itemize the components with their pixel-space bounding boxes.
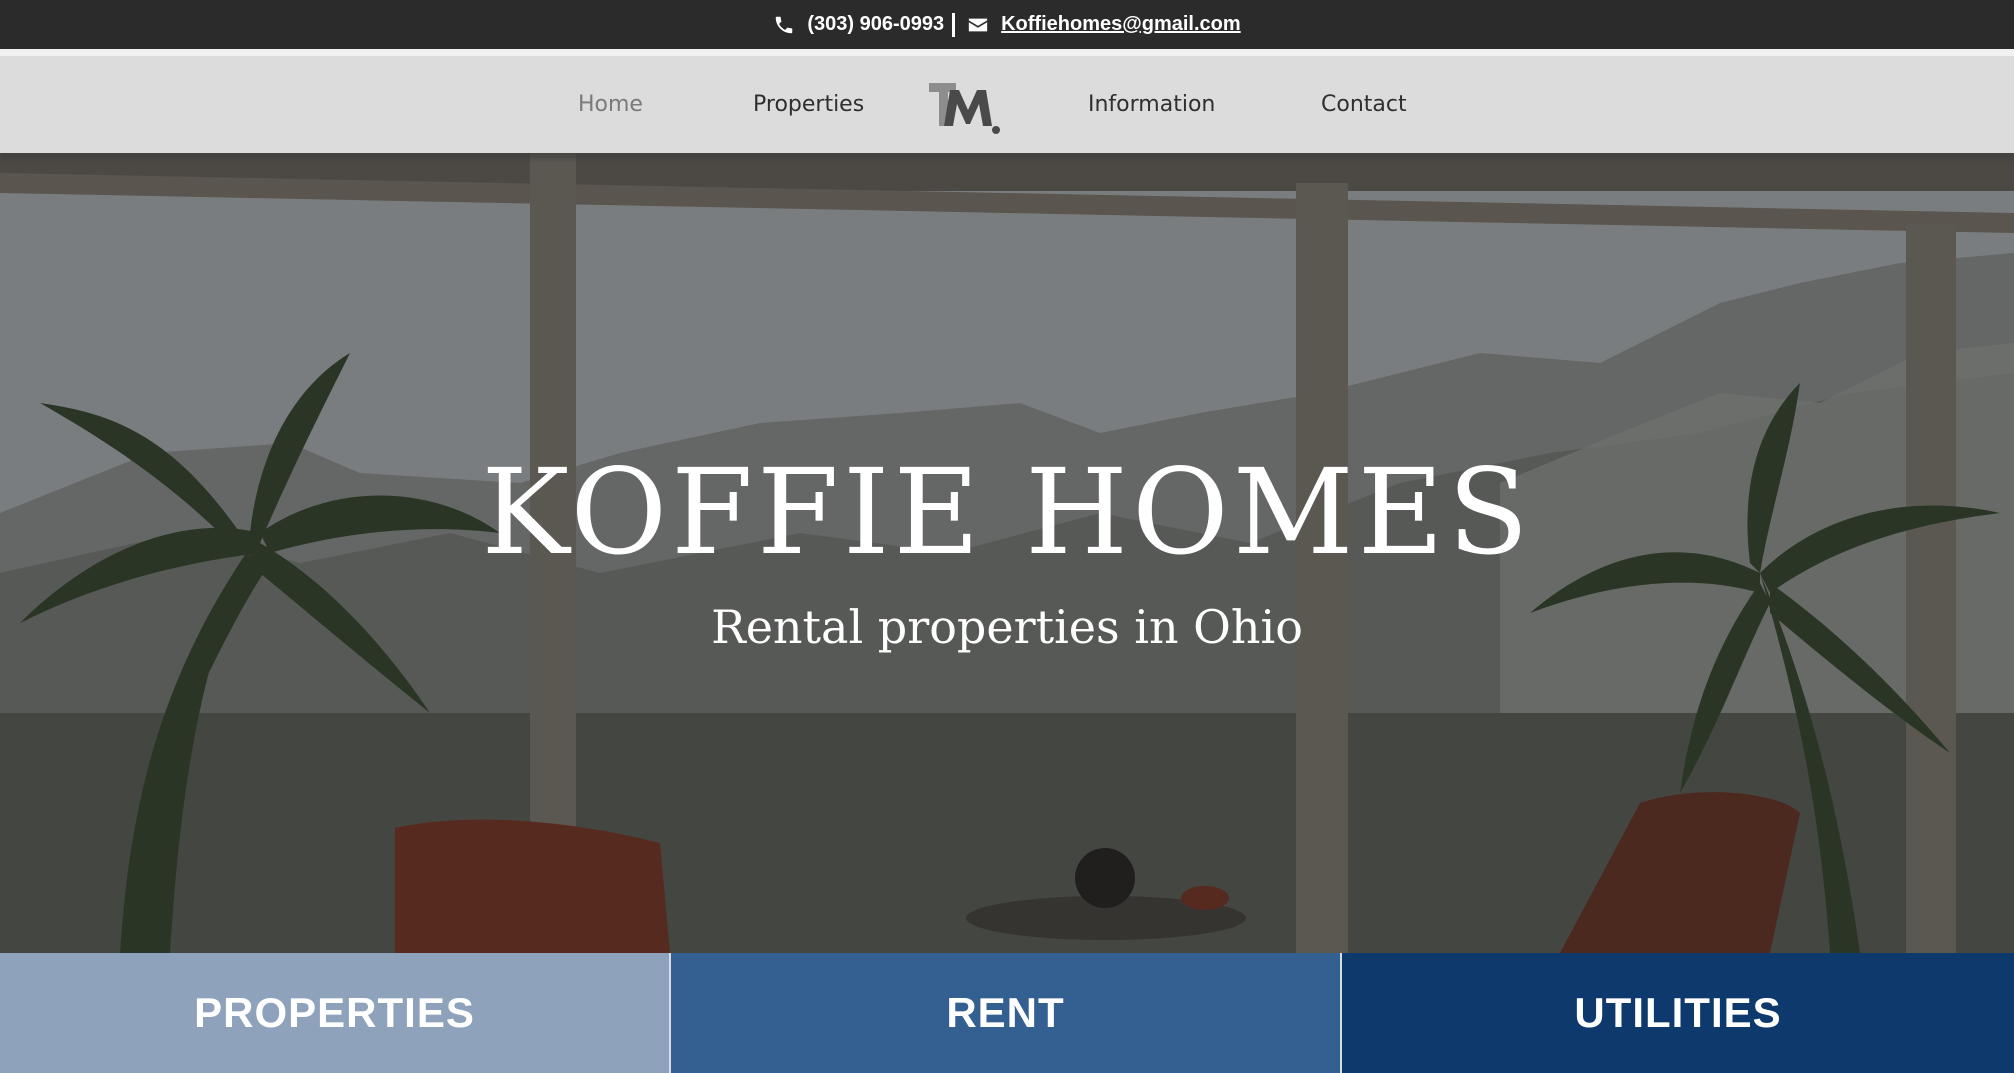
hero-title: KOFFIE HOMES [481, 443, 1533, 581]
phone-icon [776, 16, 793, 33]
hero-banner: KOFFIE HOMES Rental properties in Ohio [0, 153, 2014, 953]
nav-home[interactable]: Home [578, 92, 643, 117]
main-navigation: Home Properties Information Contact [0, 49, 2014, 153]
envelope-icon [968, 18, 988, 31]
nav-contact[interactable]: Contact [1321, 92, 1407, 117]
contact-bar: (303) 906-0993 Koffiehomes@gmail.com [0, 0, 2014, 49]
logo-icon[interactable] [924, 78, 1004, 138]
email-link[interactable]: Koffiehomes@gmail.com [1001, 13, 1241, 36]
divider [952, 12, 956, 37]
email-contact[interactable]: Koffiehomes@gmail.com [967, 13, 1241, 36]
phone-number: (303) 906-0993 [807, 13, 945, 35]
tile-rent[interactable]: RENT [671, 953, 1342, 1073]
hero-subtitle: Rental properties in Ohio [711, 600, 1303, 654]
tile-utilities[interactable]: UTILITIES [1342, 953, 2014, 1073]
tile-properties[interactable]: PROPERTIES [0, 953, 671, 1073]
nav-properties[interactable]: Properties [753, 92, 864, 117]
nav-information[interactable]: Information [1088, 92, 1215, 117]
phone-contact[interactable]: (303) 906-0993 [773, 13, 944, 36]
feature-tiles: PROPERTIES RENT UTILITIES [0, 953, 2014, 1073]
